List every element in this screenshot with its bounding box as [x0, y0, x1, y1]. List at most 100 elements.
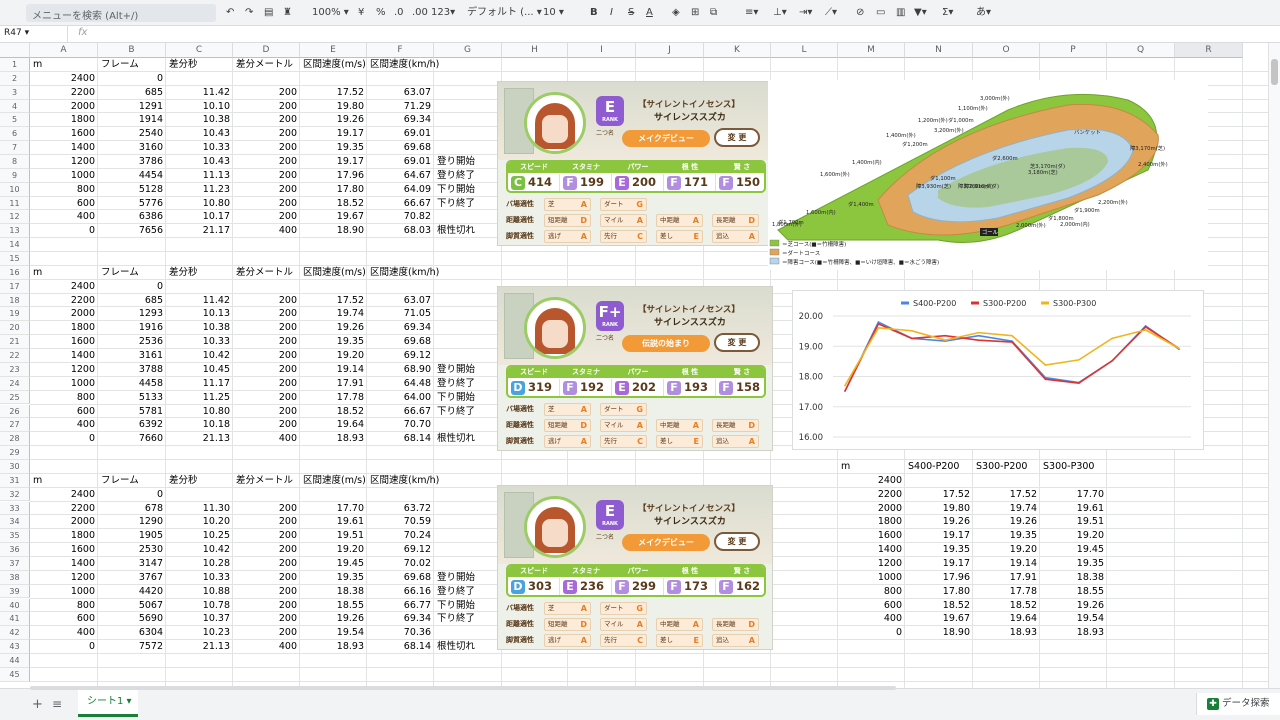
cell[interactable]: 17.52	[908, 488, 970, 502]
cell[interactable]: 200	[236, 197, 297, 211]
cell[interactable]: 69.68	[370, 571, 431, 585]
vertical-scrollbar-thumb[interactable]	[1271, 59, 1278, 85]
cell[interactable]: 69.01	[370, 155, 431, 169]
cell[interactable]: 70.70	[370, 418, 431, 432]
row-header-26[interactable]: 26	[0, 404, 30, 419]
row-header-45[interactable]: 45	[0, 667, 30, 682]
cell[interactable]: 10.78	[169, 599, 230, 613]
filter-icon[interactable]: ▼▾	[914, 5, 927, 21]
cell[interactable]: 11.42	[169, 294, 230, 308]
cell[interactable]: S300-P300	[1043, 460, 1104, 474]
row-header-20[interactable]: 20	[0, 321, 30, 336]
cell[interactable]: 5133	[101, 391, 163, 405]
cell[interactable]: 2400	[33, 280, 95, 294]
cell[interactable]: 19.20	[976, 543, 1037, 557]
cell[interactable]: 200	[236, 585, 297, 599]
column-header-e[interactable]: E	[300, 43, 367, 58]
cell[interactable]: 1400	[33, 557, 95, 571]
cell[interactable]: 19.64	[303, 418, 364, 432]
cell[interactable]: 6392	[101, 418, 163, 432]
vertical-scrollbar[interactable]	[1268, 43, 1280, 688]
cell[interactable]: 200	[236, 571, 297, 585]
cell[interactable]: 11.25	[169, 391, 230, 405]
cell[interactable]: 区間速度(m/s)	[303, 58, 366, 72]
cell[interactable]: 10.20	[169, 515, 230, 529]
cell[interactable]: 19.20	[303, 349, 364, 363]
cell[interactable]: 3147	[101, 557, 163, 571]
cell[interactable]: 登り開始	[437, 363, 499, 377]
cell[interactable]: 17.80	[908, 585, 970, 599]
cell[interactable]: 差分秒	[169, 58, 230, 72]
cell[interactable]: 17.52	[303, 86, 364, 100]
sheet-tab[interactable]: シート1 ▾	[78, 689, 138, 717]
cell[interactable]: 600	[841, 599, 902, 613]
percent-button[interactable]: %	[376, 5, 386, 21]
cell[interactable]: 70.36	[370, 626, 431, 640]
font-size-select[interactable]: 10 ▾	[543, 5, 564, 21]
cell[interactable]: 10.33	[169, 141, 230, 155]
cell[interactable]: 69.01	[370, 127, 431, 141]
menu-search-input[interactable]: メニューを検索 (Alt+/)	[26, 4, 216, 22]
zoom-select[interactable]: 100% ▾	[312, 5, 349, 21]
cell[interactable]: 200	[236, 612, 297, 626]
row-header-22[interactable]: 22	[0, 349, 30, 363]
row-header-43[interactable]: 43	[0, 640, 30, 654]
cell[interactable]: 10.45	[169, 363, 230, 377]
cell[interactable]: 3160	[101, 141, 163, 155]
row-header-19[interactable]: 19	[0, 307, 30, 322]
cell[interactable]: 17.91	[303, 377, 364, 391]
cell[interactable]: 11.30	[169, 502, 230, 516]
cell[interactable]: 区間速度(km/h)	[370, 474, 439, 488]
cell[interactable]: 400	[236, 432, 297, 446]
row-header-16[interactable]: 16	[0, 265, 30, 280]
cell[interactable]: 800	[33, 183, 95, 197]
cell[interactable]: 1800	[33, 321, 95, 335]
cell[interactable]: 69.12	[370, 543, 431, 557]
horizontal-align-icon[interactable]: ≡▾	[745, 5, 758, 21]
add-sheet-icon[interactable]: +	[32, 697, 43, 712]
cell[interactable]: 11.23	[169, 183, 230, 197]
cell[interactable]: 1200	[33, 363, 95, 377]
cell[interactable]: 19.26	[908, 515, 970, 529]
cell[interactable]: 10.17	[169, 210, 230, 224]
cell[interactable]: 18.52	[908, 599, 970, 613]
cell[interactable]: 18.55	[1043, 585, 1104, 599]
cell[interactable]: 19.35	[1043, 557, 1104, 571]
cell[interactable]: 19.67	[908, 612, 970, 626]
cell[interactable]: 19.61	[1043, 502, 1104, 516]
cell[interactable]: 1600	[841, 529, 902, 543]
cell[interactable]: 0	[101, 488, 163, 502]
cell[interactable]: 19.35	[303, 571, 364, 585]
cell[interactable]: 18.93	[976, 626, 1037, 640]
cell[interactable]: 400	[236, 640, 297, 654]
row-header-5[interactable]: 5	[0, 113, 30, 128]
row-header-34[interactable]: 34	[0, 515, 30, 530]
column-header-o[interactable]: O	[973, 43, 1040, 58]
cell[interactable]: 200	[236, 210, 297, 224]
cell[interactable]: 19.51	[1043, 515, 1104, 529]
cell[interactable]: 1800	[33, 529, 95, 543]
title-button[interactable]: メイクデビュー	[622, 130, 710, 147]
cell[interactable]: 1800	[841, 515, 902, 529]
explore-button[interactable]: ✚ データ探索	[1196, 693, 1280, 715]
cell[interactable]: 11.42	[169, 86, 230, 100]
cell[interactable]: フレーム	[101, 58, 163, 72]
cell[interactable]: 下り開始	[437, 391, 499, 405]
cell[interactable]: 1400	[33, 141, 95, 155]
cell[interactable]: 200	[236, 405, 297, 419]
cell[interactable]: 200	[236, 307, 297, 321]
more-formats-button[interactable]: 123▾	[431, 5, 455, 21]
cell[interactable]: 下り終了	[437, 405, 499, 419]
cell[interactable]: 68.14	[370, 432, 431, 446]
cell[interactable]: 19.45	[1043, 543, 1104, 557]
cell[interactable]: 68.03	[370, 224, 431, 238]
row-header-35[interactable]: 35	[0, 529, 30, 544]
cell[interactable]: 差分秒	[169, 266, 230, 280]
cell[interactable]: 10.38	[169, 113, 230, 127]
cell[interactable]: 区間速度(m/s)	[303, 474, 366, 488]
cell[interactable]: 600	[33, 405, 95, 419]
row-header-33[interactable]: 33	[0, 501, 30, 516]
cell[interactable]: 19.61	[303, 515, 364, 529]
column-header-d[interactable]: D	[233, 43, 300, 58]
row-header-40[interactable]: 40	[0, 598, 30, 613]
